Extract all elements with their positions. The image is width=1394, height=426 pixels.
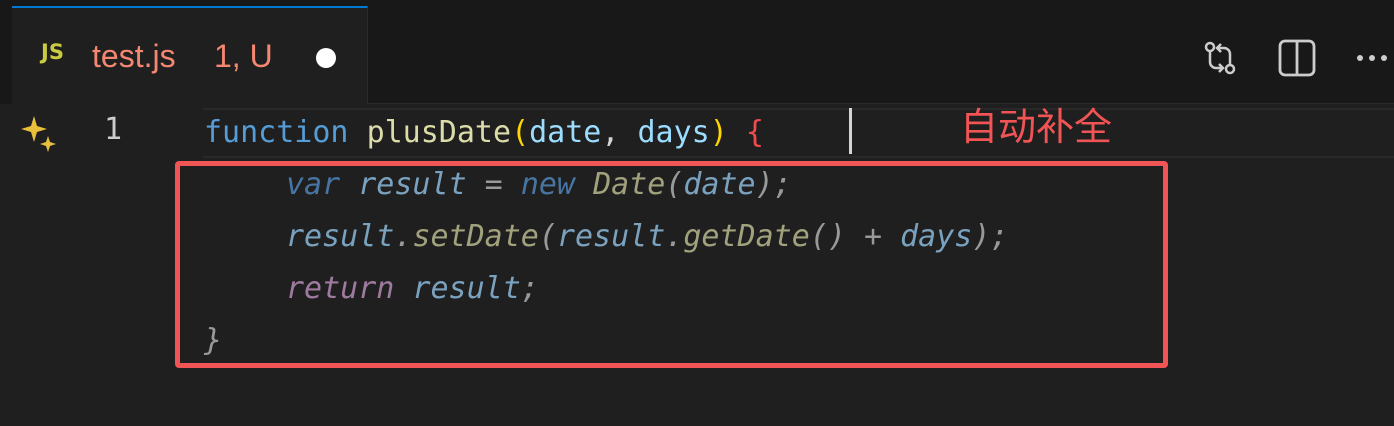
comma: , (601, 115, 638, 150)
line-number: 1 (104, 112, 123, 147)
param-date: date (529, 115, 602, 150)
unsaved-dot-icon[interactable] (316, 48, 336, 68)
keyword-function: function (204, 115, 349, 150)
js-file-icon: JS (41, 40, 64, 64)
text-cursor (849, 108, 852, 154)
split-editor-icon[interactable] (1277, 38, 1317, 78)
param-days: days (637, 115, 710, 150)
tab-title[interactable]: test.js (92, 38, 176, 75)
function-name: plusDate (366, 115, 512, 150)
ellipsis-icon[interactable] (1352, 38, 1392, 78)
tab-problem-status: 1, U (214, 38, 273, 74)
open-paren: ( (511, 115, 530, 150)
close-paren: ) (709, 115, 728, 150)
suggestion-highlight-box (175, 161, 1168, 368)
tab-bar-gap (0, 8, 12, 104)
code-line-1[interactable]: function plusDate(date, days) { (204, 113, 764, 153)
sparkle-icon[interactable] (18, 114, 58, 154)
annotation-label: 自动补全 (960, 105, 1113, 149)
git-compare-icon[interactable] (1200, 38, 1240, 78)
open-brace: { (745, 115, 764, 150)
tab-test-js[interactable] (12, 6, 368, 104)
